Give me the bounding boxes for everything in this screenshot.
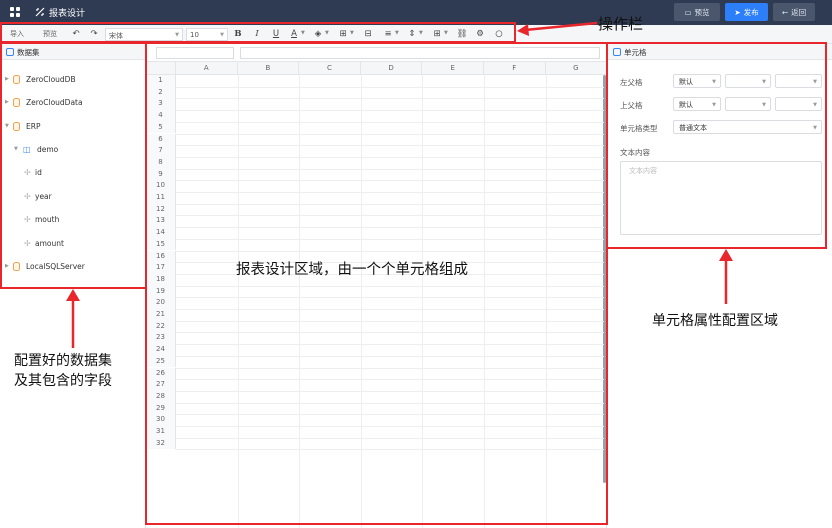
toolbar-annotation: 操作栏 [598,15,644,33]
publish-button[interactable]: ➤ 发布 [725,3,768,21]
arrow-up-icon [719,249,733,304]
cell-panel-highlight-box [606,42,827,249]
report-design-icon [35,7,45,17]
grid-annotation: 报表设计区域，由一个个单元格组成 [236,262,468,278]
preview-button-label: 预览 [694,7,710,17]
toolbar-highlight-box [0,22,516,43]
page-title: 报表设计 [49,9,86,19]
back-button-label: 返回 [791,7,807,17]
dataset-annotation-line2: 及其包含的字段 [14,373,112,389]
preview-button[interactable]: ▭ 预览 [674,3,720,21]
dataset-annotation-line1: 配置好的数据集 [14,353,112,369]
apps-grid-icon[interactable] [10,7,20,17]
arrow-left-icon: ← [781,7,789,17]
cell-panel-annotation: 单元格属性配置区域 [652,313,778,329]
back-button[interactable]: ← 返回 [773,3,815,21]
preview-icon: ▭ [684,7,692,17]
publish-button-label: 发布 [743,7,759,17]
arrow-up-icon [66,289,80,348]
send-icon: ➤ [734,7,741,17]
dataset-highlight-box [0,42,147,289]
grid-highlight-box [145,42,608,525]
arrow-left-icon [517,21,598,36]
